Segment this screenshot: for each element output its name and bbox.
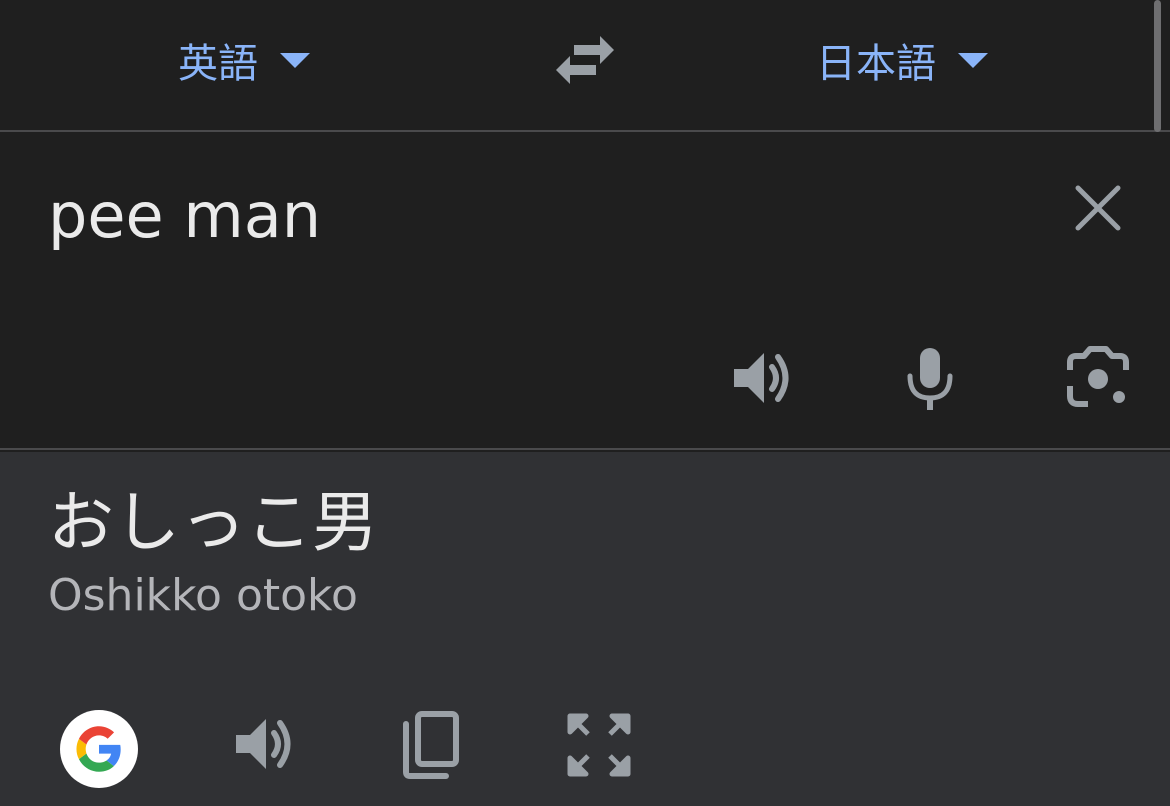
copy-translation-button[interactable] (398, 710, 462, 780)
translation-text: おしっこ男 (48, 484, 378, 561)
swap-arrows-icon (556, 36, 614, 84)
target-language-label: 日本語 (816, 41, 936, 87)
microphone-icon (907, 348, 953, 410)
romanization-text: Oshikko otoko (48, 570, 358, 621)
source-text-input[interactable]: pee man (48, 178, 321, 254)
close-icon (1075, 185, 1121, 231)
target-language-selector[interactable]: 日本語 (816, 30, 988, 90)
source-language-label: 英語 (178, 41, 258, 87)
swap-languages-button[interactable] (552, 32, 618, 88)
fullscreen-icon (567, 713, 631, 777)
copy-icon (403, 711, 459, 779)
translation-panel: おしっこ男 Oshikko otoko (0, 452, 1170, 806)
voice-input-button[interactable] (898, 344, 962, 412)
listen-source-button[interactable] (728, 344, 796, 412)
source-language-selector[interactable]: 英語 (178, 30, 310, 90)
google-button[interactable] (60, 710, 138, 788)
speaker-icon (734, 353, 789, 403)
source-text-panel: pee man (0, 134, 1170, 450)
speaker-icon (236, 719, 291, 769)
dropdown-caret-icon (280, 52, 310, 68)
language-bar: 英語 日本語 (0, 0, 1170, 132)
camera-translate-button[interactable] (1064, 344, 1132, 412)
clear-text-button[interactable] (1072, 182, 1124, 234)
listen-translation-button[interactable] (230, 710, 298, 778)
dropdown-caret-icon (958, 52, 988, 68)
camera-lens-icon (1067, 346, 1129, 407)
scrollbar-thumb[interactable] (1154, 0, 1161, 132)
fullscreen-button[interactable] (566, 712, 632, 778)
google-logo-icon (76, 726, 121, 772)
